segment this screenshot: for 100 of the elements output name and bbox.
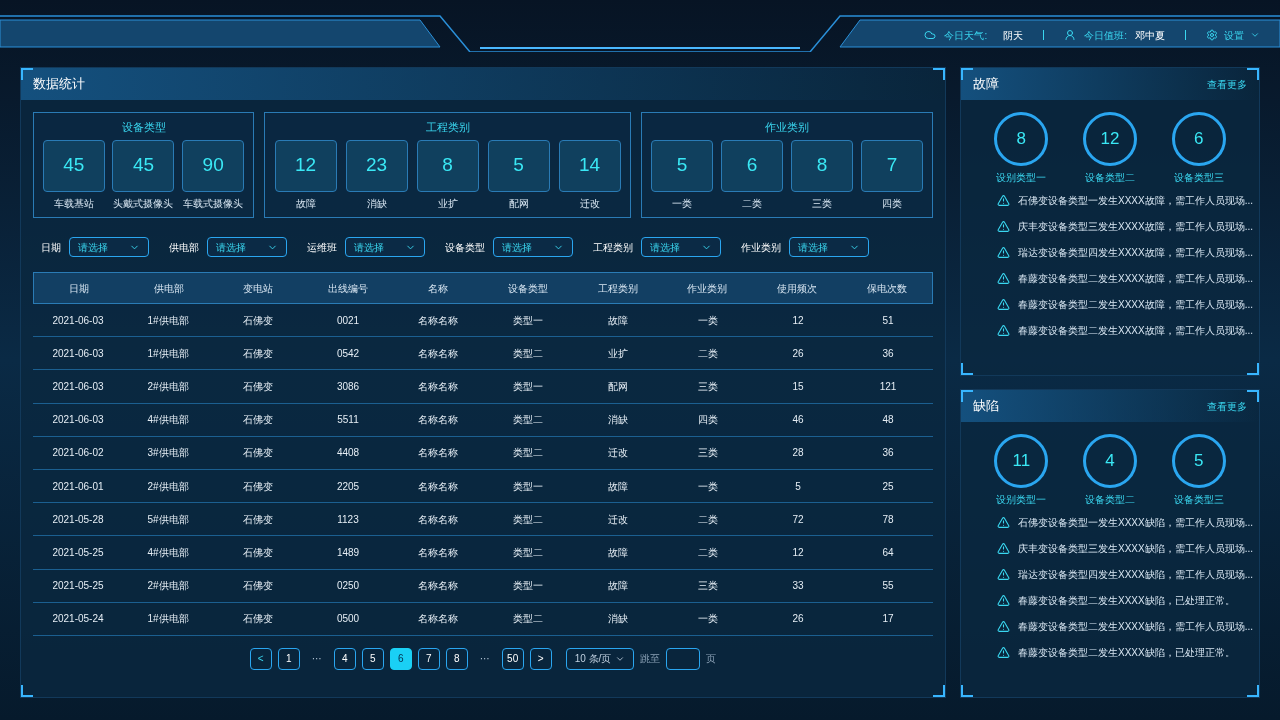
count-ring: 8	[994, 112, 1049, 166]
table-cell-text: 0542	[335, 346, 361, 361]
count-ring: 11	[994, 434, 1049, 488]
column-header: 设备类型	[506, 281, 549, 296]
table-cell-text: 2021-06-03	[51, 413, 105, 428]
warning-icon	[997, 298, 1010, 311]
count-ring: 12	[1083, 112, 1137, 166]
page-button[interactable]: 8	[445, 647, 468, 670]
table-cell-text: 4#供电部	[146, 413, 190, 428]
table-cell-text: 消缺	[607, 612, 629, 627]
column-header: 名称	[427, 281, 450, 296]
gear-icon	[1206, 29, 1218, 41]
table-cell-text: 迁改	[607, 512, 629, 527]
stat-tile: 8	[791, 139, 853, 192]
corner-bracket	[961, 363, 973, 375]
table-cell-text: 二类	[697, 346, 719, 361]
select-field[interactable]: 请选择	[207, 237, 287, 257]
next-page-button[interactable]: >	[529, 647, 552, 670]
warning-icon	[997, 516, 1010, 529]
table-cell-text: 类型二	[512, 346, 544, 361]
table-cell-text: 名称名称	[417, 413, 459, 428]
alert-text: 瑞达变设备类型四发生XXXX缺陷，需工作人员现场...	[1018, 568, 1253, 582]
stat-group-title: 设备类型	[121, 120, 166, 135]
filter-label: 日期	[41, 240, 61, 255]
table-cell-text: 名称名称	[417, 313, 459, 328]
table-cell-text: 类型二	[512, 413, 544, 428]
table-cell-text: 一类	[697, 612, 719, 627]
table-cell-text: 4408	[335, 446, 361, 461]
caret-icon	[1250, 30, 1260, 40]
table-cell-text: 一类	[697, 479, 719, 494]
page-size-select[interactable]: 10 条/页	[565, 647, 635, 670]
warning-icon	[997, 246, 1010, 259]
select-field[interactable]: 请选择	[641, 237, 721, 257]
page-button[interactable]: 4	[333, 647, 356, 670]
select-field[interactable]: 请选择	[493, 237, 573, 257]
select-field[interactable]: 请选择	[789, 237, 869, 257]
filter-label: 作业类别	[741, 240, 781, 255]
panel-title: 数据统计	[33, 75, 85, 94]
page-button[interactable]: 6	[389, 647, 412, 670]
stat-label: 迁改	[579, 196, 600, 211]
panel-title: 缺陷	[973, 397, 999, 416]
table-cell-text: 一类	[697, 313, 719, 328]
table-cell-text: 64	[881, 545, 895, 560]
warning-icon	[997, 594, 1010, 607]
table-cell-text: 石佛变	[242, 479, 274, 494]
stat-tile: 14	[558, 139, 621, 192]
warning-icon	[997, 220, 1010, 233]
column-header: 作业类别	[686, 281, 729, 296]
alert-text: 春藤变设备类型二发生XXXX缺陷，已处理正常。	[1018, 594, 1235, 608]
table-cell-text: 类型一	[512, 313, 544, 328]
duty-value: 邓中夏	[1135, 28, 1165, 43]
page-button[interactable]: 5	[361, 647, 384, 670]
page-button[interactable]: 50	[501, 647, 524, 670]
table-cell-text: 故障	[607, 579, 629, 594]
alert-text: 庆丰变设备类型三发生XXXX缺陷，需工作人员现场...	[1018, 542, 1253, 556]
table-cell-text: 3#供电部	[146, 446, 190, 461]
view-more-link[interactable]: 查看更多	[1207, 398, 1247, 414]
table-cell-text: 石佛变	[242, 379, 274, 394]
table-cell-text: 1123	[336, 512, 360, 527]
table-cell-text: 121	[878, 379, 898, 394]
table-cell-text: 名称名称	[417, 346, 459, 361]
settings-button[interactable]: 设置	[1206, 27, 1260, 43]
page-button[interactable]: 7	[417, 647, 440, 670]
select-field[interactable]: 请选择	[345, 237, 425, 257]
stat-group-title: 工程类别	[425, 120, 470, 135]
stat-tile: 8	[416, 139, 479, 192]
column-header: 日期	[67, 281, 90, 296]
previous-page-button[interactable]: <	[249, 647, 272, 670]
column-header: 工程类别	[596, 281, 639, 296]
stat-label: 头戴式摄像头	[113, 196, 174, 211]
table-cell-text: 1#供电部	[146, 612, 190, 627]
table-cell-text: 名称名称	[417, 379, 459, 394]
table-cell-text: 三类	[697, 446, 719, 461]
warning-icon	[997, 568, 1010, 581]
table-cell-text: 0500	[335, 612, 361, 627]
table-cell-text: 石佛变	[242, 346, 274, 361]
stat-label: 消缺	[366, 196, 387, 211]
table-cell-text: 业扩	[607, 346, 629, 361]
select-field[interactable]: 请选择	[69, 237, 149, 257]
table-cell-text: 26	[791, 346, 805, 361]
column-header: 保电次数	[866, 281, 909, 296]
count-ring: 4	[1083, 434, 1137, 488]
stat-tile: 45	[112, 139, 175, 192]
table-cell-text: 类型二	[512, 545, 544, 560]
table-cell-text: 石佛变	[242, 579, 274, 594]
table-cell-text: 类型二	[512, 446, 544, 461]
stat-label: 二类	[742, 196, 762, 211]
view-more-link[interactable]: 查看更多	[1207, 76, 1247, 92]
weather-icon	[924, 29, 937, 41]
table-cell-text: 消缺	[607, 413, 629, 428]
warning-icon	[997, 620, 1010, 633]
count-ring: 6	[1171, 112, 1226, 166]
alert-text: 春藤变设备类型二发生XXXX缺陷，需工作人员现场...	[1018, 620, 1253, 634]
stat-label: 四类	[882, 196, 902, 211]
filter-label: 工程类别	[593, 240, 633, 255]
warning-icon	[997, 646, 1010, 659]
page-input[interactable]	[666, 647, 701, 670]
corner-bracket	[933, 68, 945, 80]
stat-label: 车载式摄像头	[183, 196, 244, 211]
page-button[interactable]: 1	[277, 647, 300, 670]
